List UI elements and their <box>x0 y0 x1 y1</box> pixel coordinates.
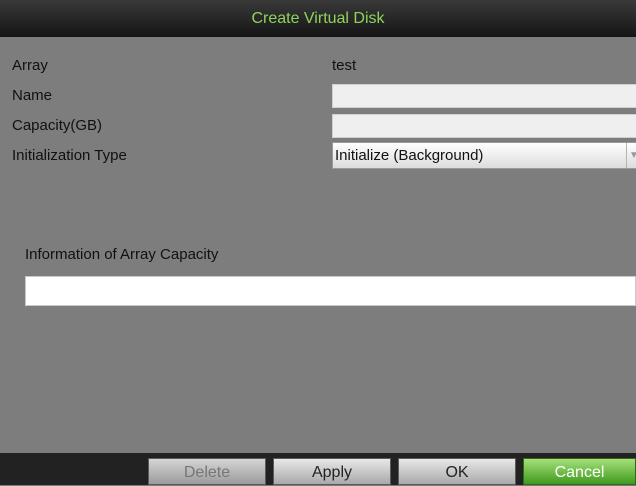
ok-button[interactable]: OK <box>398 458 516 485</box>
initialization-type-select[interactable]: Initialize (Background) ▼ <box>332 142 636 169</box>
delete-button[interactable]: Delete <box>148 458 266 485</box>
cancel-button[interactable]: Cancel <box>523 458 636 485</box>
initialization-type-value: Initialize (Background) <box>335 147 484 164</box>
array-capacity-info-box <box>25 276 636 306</box>
initialization-type-label: Initialization Type <box>12 147 127 164</box>
array-capacity-info-label: Information of Array Capacity <box>25 246 219 263</box>
apply-button[interactable]: Apply <box>273 458 391 485</box>
name-label: Name <box>12 87 53 104</box>
dialog-title: Create Virtual Disk <box>251 10 385 27</box>
dialog-title-bar: Create Virtual Disk <box>0 0 636 37</box>
array-value: test <box>332 57 357 74</box>
capacity-input[interactable] <box>332 114 636 138</box>
chevron-down-icon[interactable]: ▼ <box>626 143 636 168</box>
capacity-label: Capacity(GB) <box>12 117 103 134</box>
name-input[interactable] <box>332 84 636 108</box>
array-label: Array <box>12 57 48 74</box>
